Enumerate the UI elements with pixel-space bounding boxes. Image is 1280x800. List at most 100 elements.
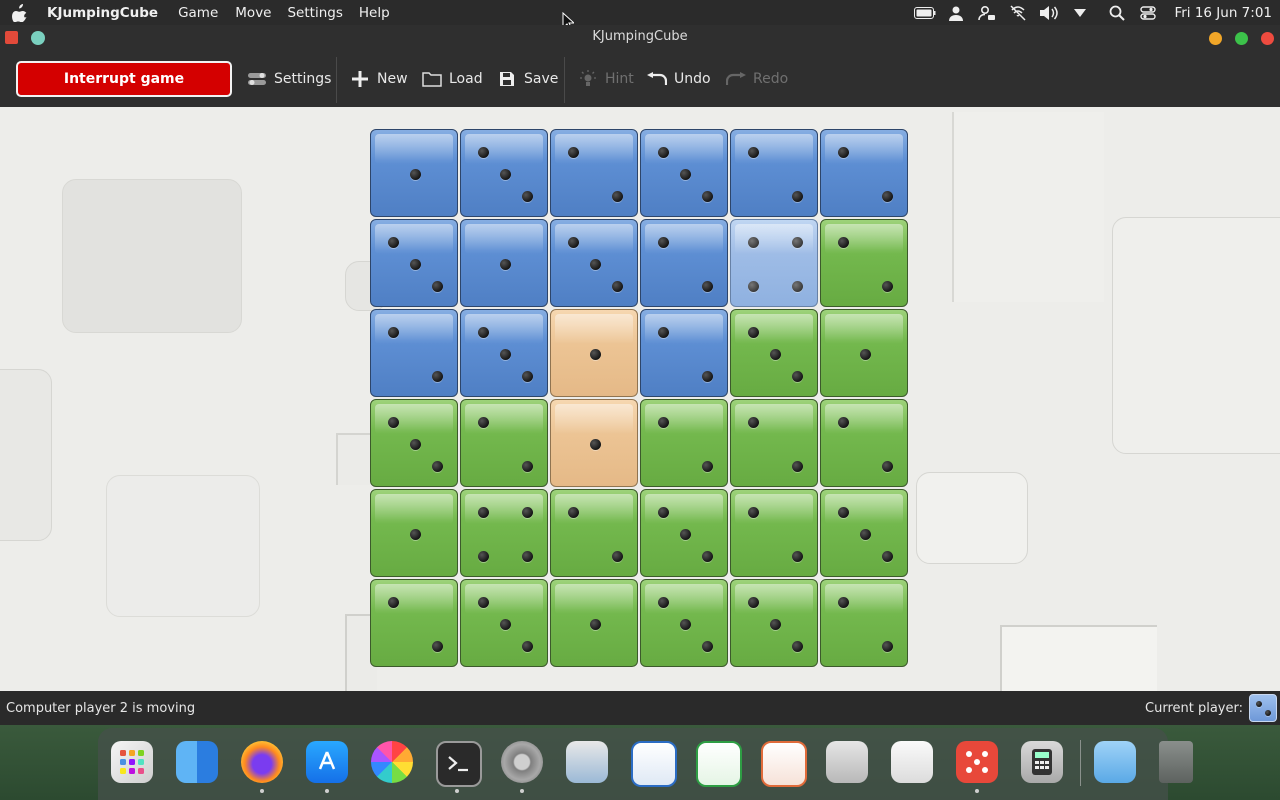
app-store-icon[interactable]	[306, 741, 348, 783]
kjumpingcube-icon[interactable]	[956, 741, 998, 783]
menu-move[interactable]: Move	[235, 5, 271, 21]
cube-cell[interactable]	[550, 489, 638, 577]
cube-cell[interactable]	[820, 129, 908, 217]
pip	[387, 326, 399, 338]
cube-cell[interactable]	[820, 399, 908, 487]
launchpad-icon[interactable]	[111, 741, 153, 783]
close-button[interactable]	[1261, 32, 1274, 45]
cube-cell[interactable]	[730, 399, 818, 487]
cube-cell[interactable]	[640, 219, 728, 307]
maximize-button[interactable]	[1235, 32, 1248, 45]
interrupt-game-button[interactable]: Interrupt game	[16, 61, 232, 97]
drawing-icon[interactable]	[761, 741, 807, 787]
plus-icon	[350, 69, 370, 89]
preview-icon[interactable]	[566, 741, 608, 783]
search-icon[interactable]	[1106, 4, 1128, 22]
dock	[98, 728, 1193, 800]
cube-cell[interactable]	[550, 219, 638, 307]
menu-game[interactable]: Game	[178, 5, 218, 21]
cube-cell[interactable]	[370, 579, 458, 667]
menu-settings[interactable]: Settings	[287, 5, 342, 21]
terminal-icon[interactable]	[436, 741, 482, 787]
spreadsheet-icon[interactable]	[696, 741, 742, 787]
calculator-icon[interactable]	[1021, 741, 1063, 783]
cube-cell[interactable]	[820, 579, 908, 667]
cube-cell[interactable]	[370, 489, 458, 577]
minimize-button[interactable]	[1209, 32, 1222, 45]
cube-cell[interactable]	[820, 219, 908, 307]
toolbar: Interrupt game Settings New Load Save Hi…	[0, 51, 1280, 107]
cube-cell[interactable]	[550, 309, 638, 397]
pip	[701, 460, 713, 472]
pip	[791, 280, 803, 292]
redo-button[interactable]: Redo	[726, 67, 788, 91]
battery-icon[interactable]	[914, 4, 936, 22]
background-decoration	[106, 475, 260, 617]
cube-cell[interactable]	[730, 579, 818, 667]
cube-cell[interactable]	[730, 309, 818, 397]
cube-cell[interactable]	[730, 489, 818, 577]
text-editor-icon[interactable]	[891, 741, 933, 783]
cube-cell[interactable]	[820, 309, 908, 397]
notifications-muted-icon[interactable]	[1007, 4, 1029, 22]
cube-cell[interactable]	[460, 219, 548, 307]
dropdown-icon[interactable]	[1069, 4, 1091, 22]
pip	[387, 596, 399, 608]
cube-cell[interactable]	[460, 309, 548, 397]
cube-cell[interactable]	[460, 489, 548, 577]
media-player-icon[interactable]	[826, 741, 868, 783]
cube-cell[interactable]	[730, 129, 818, 217]
cube-cell[interactable]	[550, 129, 638, 217]
undo-button[interactable]: Undo	[647, 67, 711, 91]
menu-clock[interactable]: Fri 16 Jun 7:01	[1174, 5, 1272, 21]
cube-cell[interactable]	[820, 489, 908, 577]
finder-icon[interactable]	[176, 741, 218, 783]
user-switch-icon[interactable]	[976, 4, 998, 22]
user-icon[interactable]	[945, 4, 967, 22]
photos-icon[interactable]	[371, 741, 413, 783]
pip	[837, 596, 849, 608]
pip	[567, 146, 579, 158]
load-button[interactable]: Load	[422, 67, 483, 91]
cube-cell[interactable]	[550, 399, 638, 487]
cube-cell[interactable]	[550, 579, 638, 667]
cube-cell[interactable]	[640, 309, 728, 397]
pip	[657, 146, 669, 158]
pip	[837, 146, 849, 158]
settings-button[interactable]: Settings	[247, 67, 331, 91]
pip	[499, 348, 511, 360]
new-button[interactable]: New	[350, 67, 408, 91]
cube-cell[interactable]	[370, 129, 458, 217]
system-settings-icon[interactable]	[501, 741, 543, 783]
pip	[567, 236, 579, 248]
menu-help[interactable]: Help	[359, 5, 390, 21]
downloads-folder-icon[interactable]	[1094, 741, 1136, 783]
writer-icon[interactable]	[631, 741, 677, 787]
app-menu[interactable]: KJumpingCube	[47, 5, 158, 21]
cube-cell[interactable]	[460, 399, 548, 487]
firefox-icon[interactable]	[241, 741, 283, 783]
cube-cell[interactable]	[640, 489, 728, 577]
pip	[431, 370, 443, 382]
cube-cell[interactable]	[460, 579, 548, 667]
control-center-icon[interactable]	[1137, 4, 1159, 22]
hint-button[interactable]: Hint	[578, 67, 634, 91]
volume-icon[interactable]	[1038, 4, 1060, 22]
pip	[837, 236, 849, 248]
running-indicator	[975, 789, 979, 793]
cube-cell[interactable]	[370, 399, 458, 487]
pip	[791, 460, 803, 472]
redo-icon	[726, 69, 746, 89]
cube-cell[interactable]	[640, 399, 728, 487]
apple-icon[interactable]	[10, 3, 30, 23]
cube-cell[interactable]	[640, 129, 728, 217]
cube-cell[interactable]	[730, 219, 818, 307]
cube-cell[interactable]	[460, 129, 548, 217]
background-decoration	[1000, 625, 1157, 691]
cube-cell[interactable]	[640, 579, 728, 667]
save-button[interactable]: Save	[497, 67, 558, 91]
cube-cell[interactable]	[370, 309, 458, 397]
cube-cell[interactable]	[370, 219, 458, 307]
trash-icon[interactable]	[1159, 741, 1193, 783]
pip	[657, 506, 669, 518]
